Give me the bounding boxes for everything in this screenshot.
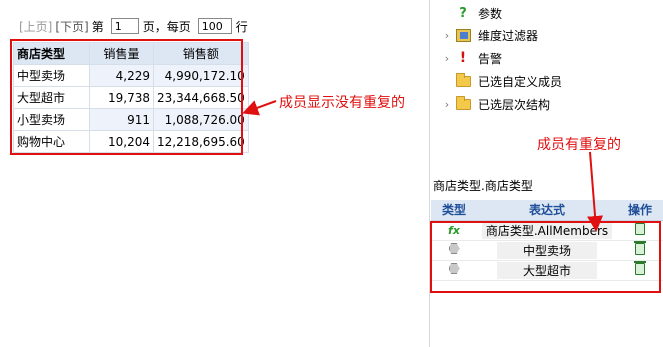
- tree-item-dimension-filter[interactable]: › 维度过滤器: [440, 24, 538, 46]
- header-expression: 表达式: [477, 200, 617, 221]
- tree-item-custom-members[interactable]: 已选自定义成员: [440, 70, 562, 92]
- annotation-left: 成员显示没有重复的: [279, 95, 405, 111]
- page-prefix-label: 第: [91, 19, 104, 34]
- tree-item-label: 告警: [478, 51, 503, 66]
- pager: [上页] [下页] 第 页，每页 行: [19, 17, 251, 35]
- page-number-input[interactable]: [110, 18, 139, 34]
- next-page-link[interactable]: [下页]: [55, 18, 88, 35]
- arrow-left: [242, 100, 277, 116]
- filter-icon: [454, 27, 472, 43]
- tree-item-alerts[interactable]: › ! 告警: [440, 47, 502, 69]
- question-icon: ?: [459, 5, 467, 21]
- chevron-right-icon[interactable]: ›: [440, 29, 454, 42]
- tree-item-label: 参数: [478, 6, 503, 21]
- prev-page-link[interactable]: [上页]: [19, 18, 52, 35]
- tree-item-params[interactable]: ? 参数: [440, 2, 502, 24]
- chevron-right-icon[interactable]: ›: [440, 98, 454, 111]
- highlight-box-members: [430, 221, 661, 293]
- tree-item-label: 已选自定义成员: [478, 74, 563, 89]
- tree-item-label: 维度过滤器: [478, 28, 539, 43]
- chevron-right-icon[interactable]: ›: [440, 52, 454, 65]
- tree-item-hierarchies[interactable]: › 已选层次结构: [440, 93, 550, 115]
- rows-per-page-input[interactable]: [197, 18, 232, 34]
- header-action: 操作: [617, 200, 663, 221]
- folder-icon: [454, 95, 472, 112]
- folder-icon: [454, 72, 472, 89]
- rows-suffix-label: 行: [235, 19, 248, 34]
- alert-icon: !: [459, 50, 467, 66]
- tree-item-label: 已选层次结构: [478, 97, 551, 112]
- page-suffix-label: 页，每页: [142, 19, 191, 34]
- members-section-title: 商店类型.商店类型: [433, 179, 533, 193]
- highlight-box-table: [10, 39, 243, 155]
- header-type: 类型: [431, 200, 477, 221]
- side-panel: ? 参数 › 维度过滤器 › ! 告警 已选自定义成员 › 已选层次结构 商店类…: [429, 0, 663, 347]
- report-viewer: [上页] [下页] 第 页，每页 行 商店类型 销售量 销售额 中型卖场 4,2…: [0, 0, 663, 347]
